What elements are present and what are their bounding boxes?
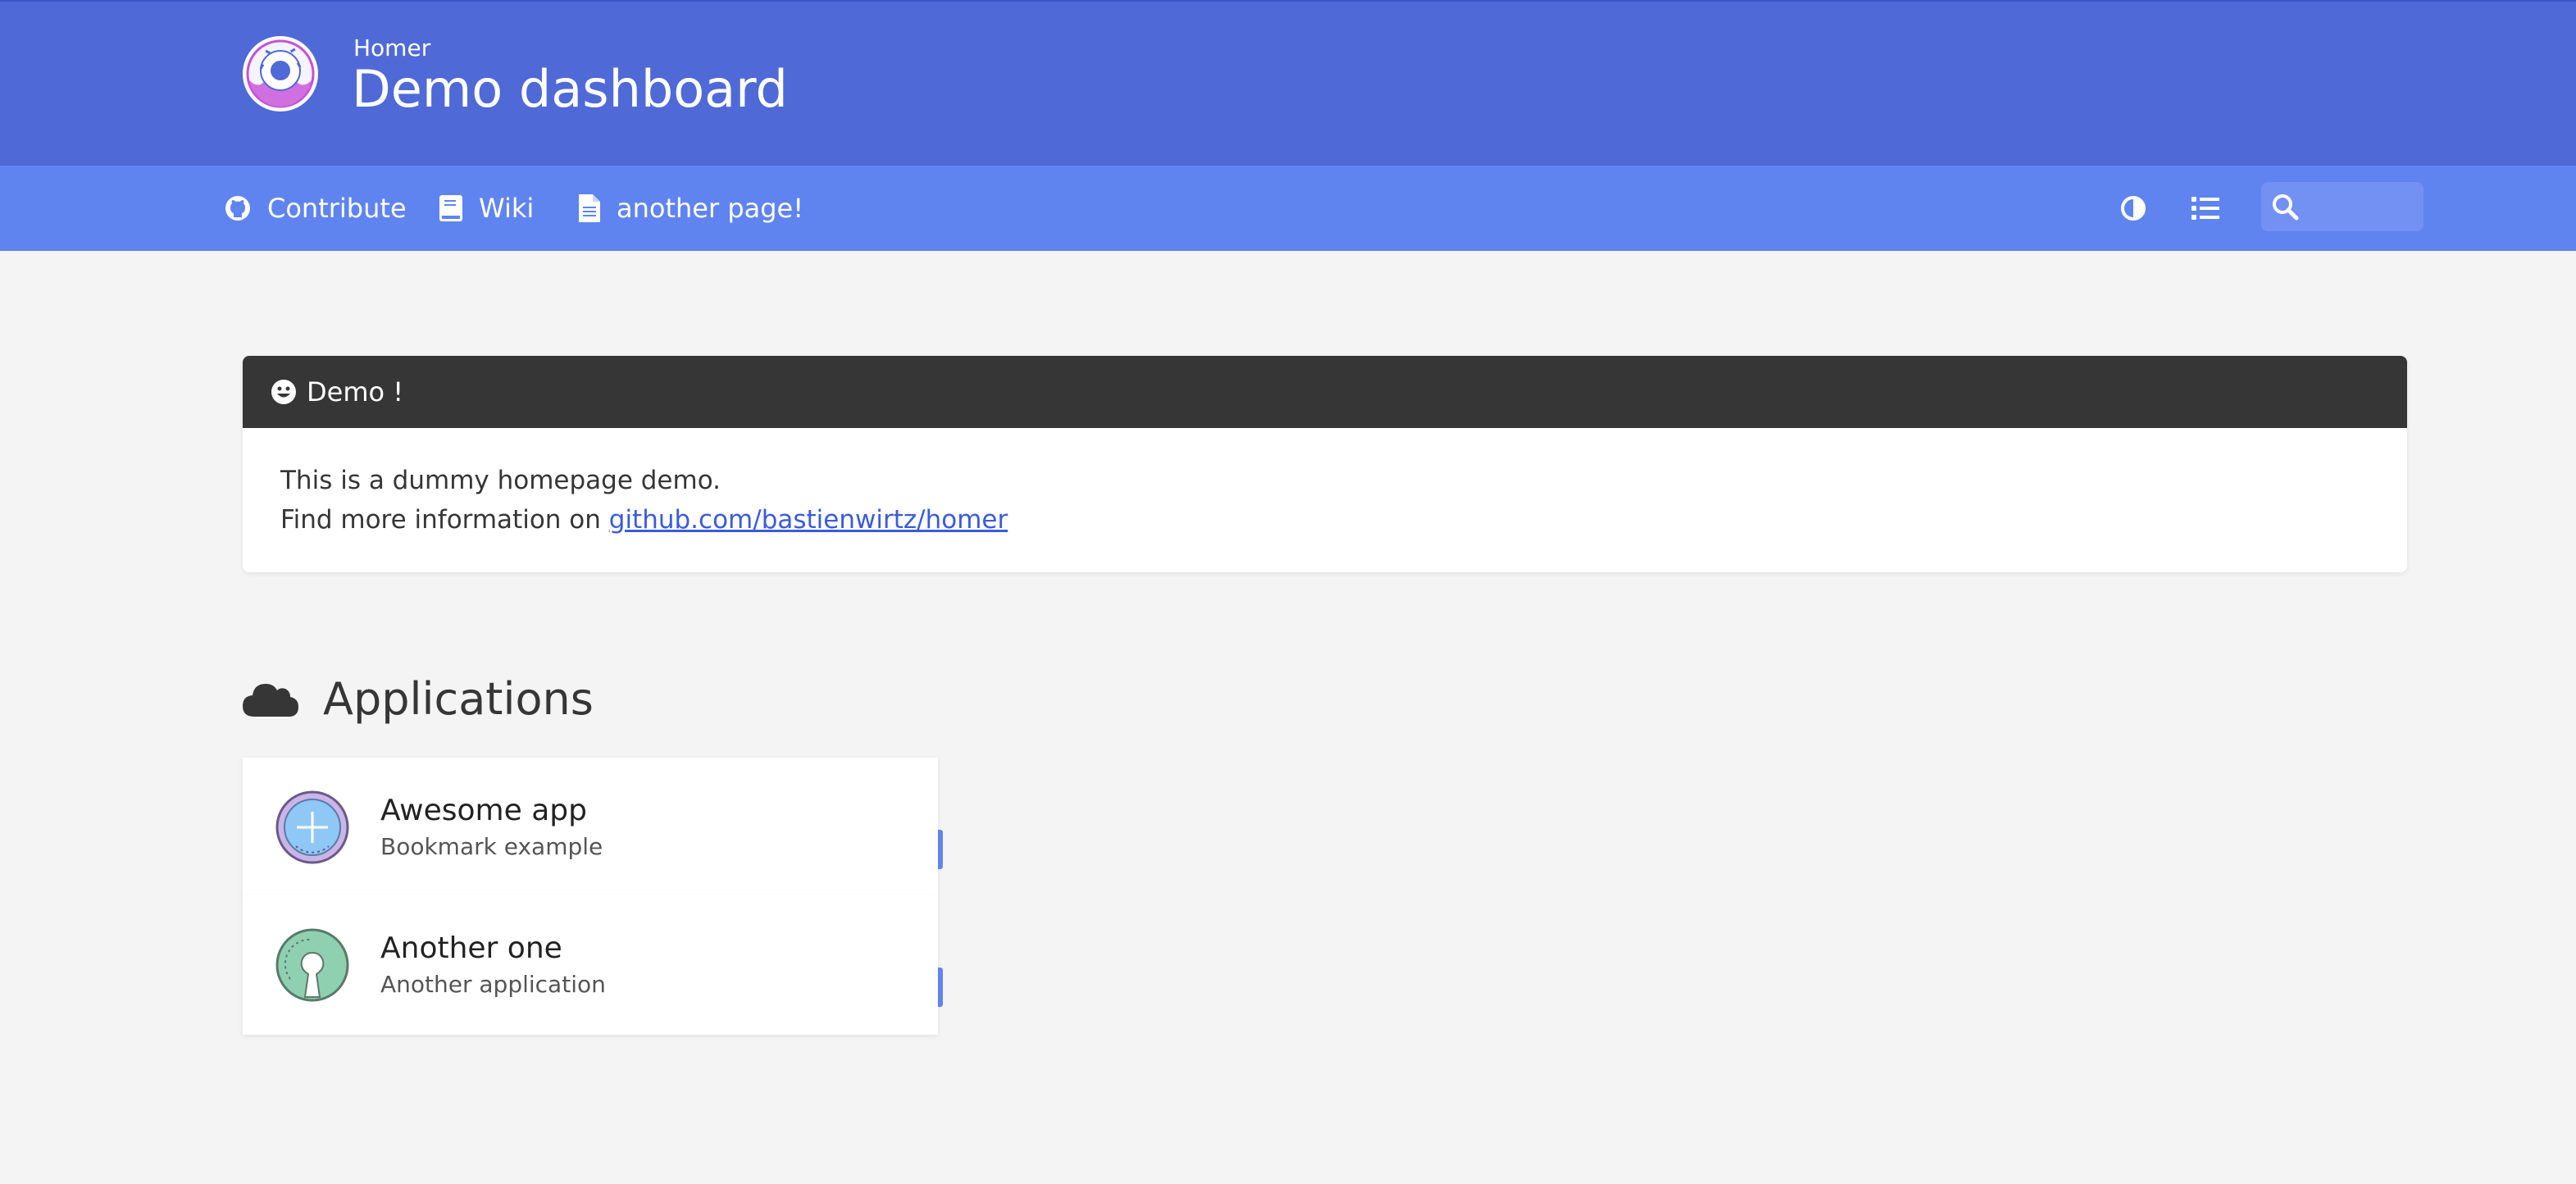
- card-accent: [938, 968, 943, 1007]
- search-icon: [2273, 194, 2299, 221]
- app-name: Another one: [380, 931, 562, 965]
- list-icon: [2191, 197, 2219, 220]
- app-card-awesome-app[interactable]: Awesome app Bookmark example: [243, 758, 943, 897]
- message-box: Demo ! This is a dummy homepage demo. Fi…: [243, 356, 2407, 572]
- navbar: Contribute Wiki another page!: [0, 166, 2576, 251]
- message-link-prefix: Find more information on: [280, 505, 601, 535]
- nav-link-wiki[interactable]: Wiki: [439, 190, 534, 226]
- group-header: Applications: [243, 666, 594, 731]
- header-subtitle: Homer: [353, 34, 431, 61]
- nav-link-label: another page!: [617, 193, 804, 224]
- github-icon: [225, 196, 250, 221]
- contrast-icon: [2121, 196, 2146, 221]
- message-body: This is a dummy homepage demo. Find more…: [243, 428, 2407, 540]
- cloud-icon: [243, 684, 298, 717]
- app-card-another-one[interactable]: Another one Another application: [243, 895, 943, 1035]
- app-subtitle: Another application: [380, 971, 606, 998]
- smile-icon: [271, 380, 296, 404]
- nav-link-another-page[interactable]: another page!: [579, 190, 803, 226]
- app-name: Awesome app: [380, 794, 587, 827]
- plus-badge-icon: [275, 790, 349, 864]
- message-line: Find more information on github.com/bast…: [280, 500, 2407, 540]
- message-title: Demo !: [307, 376, 404, 408]
- card-accent: [938, 830, 943, 869]
- nav-link-label: Wiki: [479, 193, 535, 224]
- donut-logo-icon[interactable]: [241, 34, 320, 113]
- app-subtitle: Bookmark example: [380, 833, 603, 860]
- nav-link-contribute[interactable]: Contribute: [225, 190, 407, 226]
- group-title: Applications: [323, 672, 594, 725]
- github-link[interactable]: github.com/bastienwirtz/homer: [609, 505, 1008, 535]
- header: Homer Demo dashboard: [0, 0, 2576, 166]
- message-header: Demo !: [243, 356, 2407, 428]
- open-source-icon: [275, 928, 349, 1002]
- file-icon: [579, 194, 600, 222]
- dark-mode-toggle[interactable]: [2115, 190, 2151, 226]
- layout-toggle[interactable]: [2187, 190, 2223, 226]
- message-line: This is a dummy homepage demo.: [280, 466, 721, 495]
- nav-link-label: Contribute: [267, 193, 407, 224]
- book-icon: [439, 195, 462, 221]
- page-title: Demo dashboard: [352, 59, 788, 119]
